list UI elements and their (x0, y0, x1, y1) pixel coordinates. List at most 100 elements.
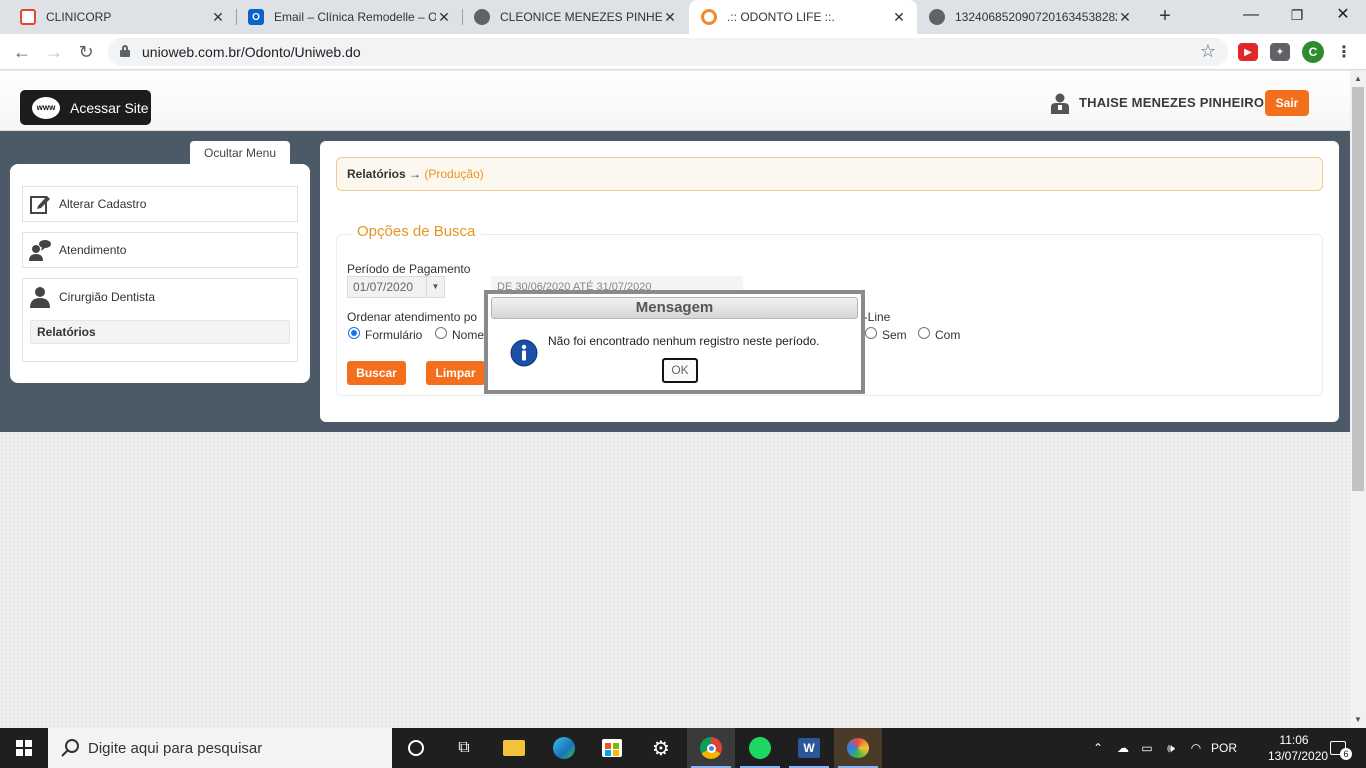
forward-button[interactable]: → (42, 40, 66, 64)
close-tab-icon[interactable]: ✕ (210, 9, 226, 26)
edit-icon (30, 196, 50, 214)
acessar-site-button[interactable]: www Acessar Site (20, 90, 151, 125)
word-icon[interactable]: W (785, 728, 833, 768)
site-header: www Acessar Site THAISE MENEZES PINHEIRO… (0, 71, 1350, 131)
sair-button[interactable]: Sair (1265, 90, 1309, 116)
web-page: www Acessar Site THAISE MENEZES PINHEIRO… (0, 71, 1350, 728)
taskbar-clock[interactable]: 11:06 13/07/2020 (1268, 732, 1329, 764)
browser-tab-bar: CLINICORP ✕ O Email – Clínica Remodelle … (0, 0, 1366, 34)
windows-logo-icon (16, 740, 32, 756)
scroll-down-icon[interactable]: ▼ (1350, 712, 1366, 728)
ocultar-menu-tab[interactable]: Ocultar Menu (190, 141, 290, 165)
close-tab-icon[interactable]: ✕ (1117, 9, 1133, 26)
close-tab-icon[interactable]: ✕ (891, 9, 907, 26)
sidebar-item-alterar-cadastro[interactable]: Alterar Cadastro (22, 186, 298, 222)
chat-user-icon (29, 240, 51, 261)
bookmark-star-icon[interactable]: ☆ (1200, 41, 1216, 62)
search-options-legend: Opções de Busca (351, 223, 482, 240)
message-dialog: Mensagem Não foi encontrado nenhum regis… (484, 290, 865, 394)
extensions-puzzle-icon[interactable]: ✦ (1270, 43, 1290, 61)
close-tab-icon[interactable]: ✕ (662, 9, 678, 26)
tab-odonto-life[interactable]: .:: ODONTO LIFE ::. ✕ (689, 0, 917, 34)
network-icon[interactable]: ◠ (1184, 728, 1208, 768)
clock-time: 11:06 (1279, 733, 1309, 747)
onedrive-icon[interactable]: ☁ (1112, 728, 1134, 768)
profile-avatar[interactable]: C (1302, 41, 1324, 63)
breadcrumb: Relatórios → (Produção) (336, 157, 1323, 191)
radio-sem[interactable] (865, 327, 877, 339)
settings-gear-icon[interactable]: ⚙ (637, 728, 685, 768)
windows-taskbar: Digite aqui para pesquisar ⧉ ⚙ W ⌃ ☁ ▭ 🕪… (0, 728, 1366, 768)
clock-date: 13/07/2020 (1268, 749, 1329, 763)
close-window-button[interactable]: ✕ (1320, 0, 1366, 32)
taskbar-search[interactable]: Digite aqui para pesquisar (48, 728, 392, 768)
tab-label: CLINICORP (46, 10, 112, 24)
user-icon (1051, 93, 1069, 114)
tab-number[interactable]: 1324068520907201634538282 ✕ (917, 0, 1143, 34)
cortana-icon[interactable] (392, 728, 440, 768)
reload-button[interactable]: ↻ (74, 40, 98, 64)
tab-clinicorp[interactable]: CLINICORP ✕ (8, 0, 236, 34)
dialog-message: Não foi encontrado nenhum registro neste… (548, 334, 820, 348)
new-tab-button[interactable]: + (1154, 5, 1176, 27)
sidebar-item-cirurgiao-dentista[interactable]: Cirurgião Dentista (29, 279, 155, 315)
start-button[interactable] (0, 728, 48, 768)
radio-com[interactable] (918, 327, 930, 339)
odonto-life-icon (701, 9, 717, 25)
scroll-up-icon[interactable]: ▲ (1350, 71, 1366, 87)
back-button[interactable]: ← (10, 40, 34, 64)
sidebar-item-label: Alterar Cadastro (59, 197, 147, 211)
limpar-button[interactable]: Limpar (426, 361, 485, 385)
logged-user-name: THAISE MENEZES PINHEIRO (1079, 95, 1265, 110)
language-indicator[interactable]: POR (1208, 728, 1240, 768)
minimize-button[interactable]: — (1228, 0, 1274, 32)
sidebar-group-cirurgiao: Cirurgião Dentista Relatórios (22, 278, 298, 362)
clinicorp-favicon-icon (20, 9, 36, 25)
lock-icon (120, 45, 130, 57)
sidebar-menu: Alterar Cadastro Atendimento Cirurgião D… (10, 164, 310, 383)
sidebar-subitem-relatorios[interactable]: Relatórios (30, 320, 290, 344)
store-icon[interactable] (588, 728, 636, 768)
edge-icon[interactable] (540, 728, 588, 768)
globe-icon (474, 9, 490, 25)
sidebar-item-label: Atendimento (59, 243, 127, 257)
url-text: unioweb.com.br/Odonto/Uniweb.do (142, 44, 361, 60)
tab-cleonice[interactable]: CLEONICE MENEZES PINHEIRO ✕ (462, 0, 688, 34)
file-explorer-icon[interactable] (490, 728, 538, 768)
battery-icon[interactable]: ▭ (1136, 728, 1158, 768)
sidebar-item-label: Cirurgião Dentista (59, 290, 156, 304)
tab-email[interactable]: O Email – Clínica Remodelle – Ou ✕ (236, 0, 462, 34)
buscar-button[interactable]: Buscar (347, 361, 406, 385)
periodo-select[interactable]: 01/07/2020 ▼ (347, 276, 445, 298)
www-globe-icon: www (32, 96, 60, 119)
dialog-ok-button[interactable]: OK (662, 358, 698, 383)
restore-button[interactable]: ❐ (1274, 0, 1320, 32)
page-background (0, 432, 1350, 728)
radio-nome-label: Nome (452, 328, 485, 342)
breadcrumb-section: Relatórios (347, 167, 406, 181)
notification-count: 6 (1340, 748, 1352, 760)
sidebar-item-atendimento[interactable]: Atendimento (22, 232, 298, 268)
chevron-down-icon: ▼ (426, 277, 444, 297)
dentist-icon (30, 287, 50, 308)
scrollbar-thumb[interactable] (1352, 87, 1364, 491)
radio-nome[interactable] (435, 327, 447, 339)
volume-icon[interactable]: 🕪 (1160, 728, 1182, 768)
chrome-icon[interactable] (687, 728, 735, 768)
notification-center-icon[interactable]: 6 (1322, 728, 1354, 768)
spotify-icon[interactable] (736, 728, 784, 768)
radio-formulario[interactable] (348, 327, 360, 339)
browser-menu-icon[interactable]: ⋮ (1334, 43, 1354, 61)
page-scrollbar[interactable]: ▲ ▼ (1350, 71, 1366, 728)
paint-icon[interactable] (834, 728, 882, 768)
youtube-extension-icon[interactable]: ▶ (1238, 43, 1258, 61)
show-hidden-icons[interactable]: ⌃ (1088, 728, 1108, 768)
address-bar: ← → ↻ unioweb.com.br/Odonto/Uniweb.do ☆ (0, 34, 1366, 70)
search-icon (61, 739, 79, 757)
task-view-icon[interactable]: ⧉ (440, 728, 488, 768)
periodo-value: 01/07/2020 (353, 280, 414, 294)
info-icon (510, 339, 538, 367)
omnibox[interactable]: unioweb.com.br/Odonto/Uniweb.do ☆ (108, 38, 1228, 66)
close-tab-icon[interactable]: ✕ (436, 9, 452, 26)
radio-formulario-label: Formulário (365, 328, 423, 342)
